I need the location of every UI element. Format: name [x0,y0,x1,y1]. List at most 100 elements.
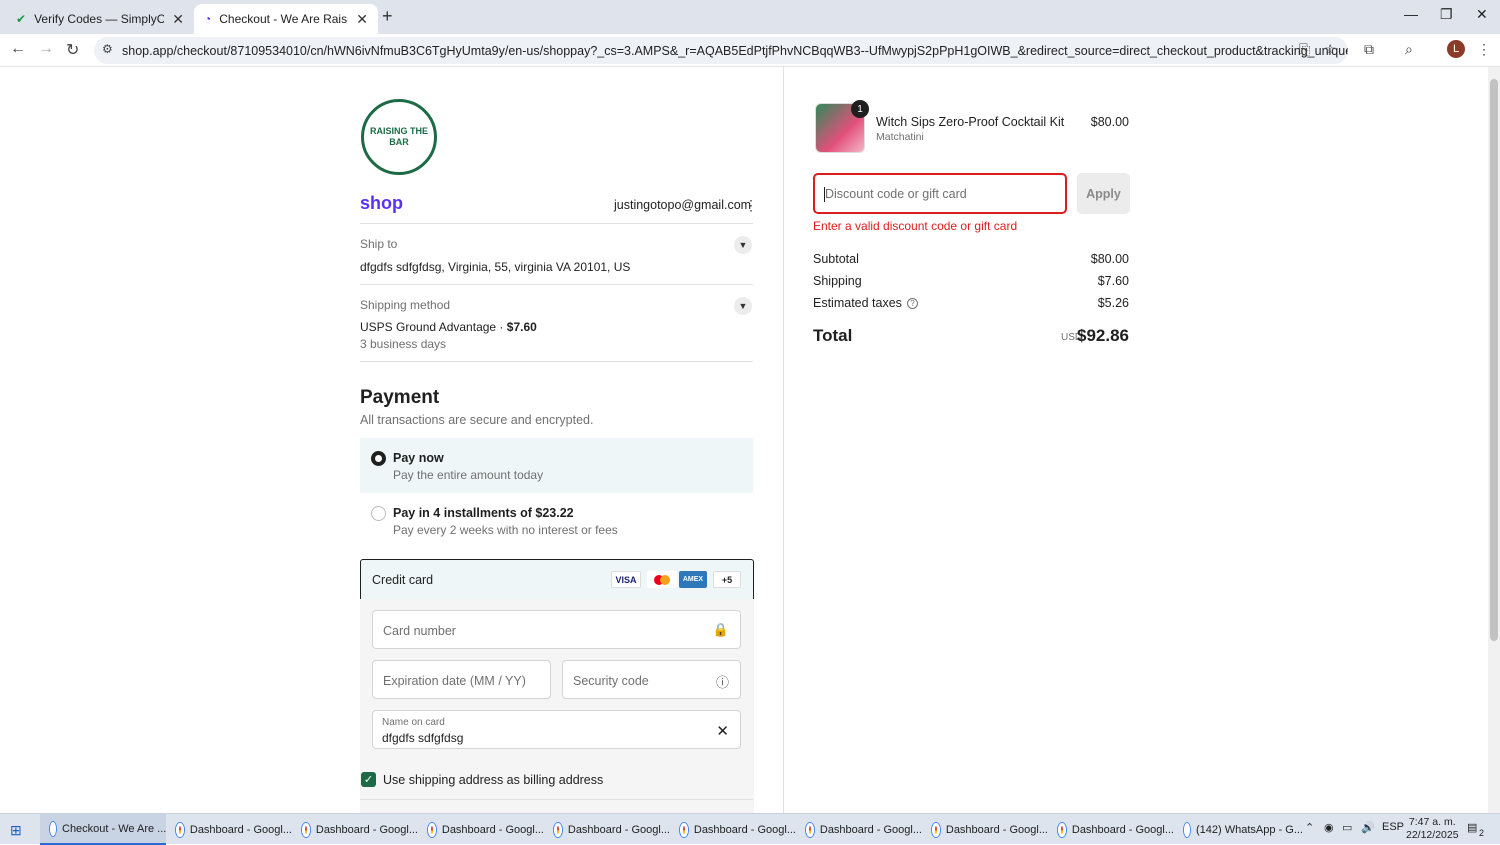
taxes-label: Estimated taxes [813,296,902,310]
shipping-method-expand-icon[interactable]: ▼ [734,297,752,315]
checkout-page: RAISING THE BAR shop justingotopo@gmail.… [0,67,1500,813]
credit-card-label: Credit card [372,573,434,587]
tray-chevron-icon[interactable]: ⌃ [1305,821,1314,834]
tab-checkout[interactable]: ◔ Checkout - We Are Raising The ✕ [194,4,378,34]
system-clock[interactable]: 7:47 a. m. 22/12/2025 [1406,816,1459,842]
translate-icon[interactable]: ⎘ [1299,41,1310,58]
credit-card-header[interactable]: Credit card VISA AMEX +5 [360,559,754,600]
scrollbar[interactable] [1488,67,1500,813]
pay-now-radio[interactable] [371,451,386,466]
tab-simplycodes[interactable]: ✔ Verify Codes — SimplyCodes ✕ [6,4,194,34]
security-code-field[interactable]: Security code ⓘ [562,660,741,699]
lock-icon: 🔒 [712,622,729,637]
taskbar-item[interactable]: Dashboard - Googl... [544,814,670,845]
back-icon[interactable]: ← [10,40,26,58]
shipping-label: Shipping [813,274,862,288]
menu-icon[interactable]: ⋮ [1477,41,1491,58]
expiration-field[interactable]: Expiration date (MM / YY) [372,660,551,699]
chrome-icon [554,822,562,837]
tab-search-icon[interactable]: ⌕ [1405,41,1413,58]
card-number-field[interactable]: Card number 🔒 [372,610,741,649]
pay-in-4-radio[interactable] [371,506,386,521]
shop-logo: shop [360,193,403,213]
product-name: Witch Sips Zero-Proof Cocktail Kit [876,115,1065,129]
windows-start-icon[interactable]: ⊞ [10,822,22,839]
total-label: Total [813,326,853,345]
profile-avatar[interactable]: L [1447,40,1465,58]
shipping-value: $7.60 [1097,274,1129,288]
tray-app-icon[interactable]: ◉ [1324,821,1334,834]
notifications-icon[interactable]: ▤ [1467,821,1477,834]
name-on-card-field[interactable]: Name on card dfgdfs sdfgfdsg ✕ [372,710,741,749]
shipping-method-days: 3 business days [360,337,447,351]
restore-icon[interactable]: ❐ [1440,6,1453,23]
taskbar-item[interactable]: (142) WhatsApp - G... [1174,814,1303,845]
browser-tab-bar: ✔ Verify Codes — SimplyCodes ✕ ◔ Checkou… [0,0,1500,34]
discount-input[interactable]: Discount code or gift card [813,173,1067,214]
tab-title: Checkout - We Are Raising The [219,12,348,26]
loading-icon: ◔ [204,12,212,26]
browser-toolbar: ← → ↻ ⚙ shop.app/checkout/87109534010/cn… [0,34,1500,67]
scrollbar-thumb[interactable] [1490,79,1498,641]
chrome-icon [1058,822,1066,837]
payment-subtitle: All transactions are secure and encrypte… [360,413,594,427]
visa-icon: VISA [611,571,641,588]
product-variant: Matchatini [876,131,924,143]
billing-checkbox-label[interactable]: Use shipping address as billing address [383,773,603,787]
address-bar[interactable]: ⚙ shop.app/checkout/87109534010/cn/hWN6i… [94,37,1348,64]
option-title: Pay in 4 installments of $23.22 [393,506,574,520]
taskbar-item[interactable]: Dashboard - Googl... [670,814,796,845]
billing-checkbox[interactable]: ✓ [361,772,376,787]
mastercard-icon [647,571,677,588]
subtotal-label: Subtotal [813,252,859,266]
network-icon[interactable]: ▭ [1342,821,1352,834]
chrome-icon [932,822,940,837]
taxes-info-icon[interactable]: ? [906,298,918,310]
more-brands-badge: +5 [713,571,741,588]
taskbar-item[interactable]: Dashboard - Googl... [796,814,922,845]
chrome-icon [680,822,688,837]
taskbar-item[interactable]: Checkout - We Are ... [40,814,166,845]
taskbar-item[interactable]: Dashboard - Googl... [292,814,418,845]
chrome-icon [50,821,56,836]
taskbar-item[interactable]: Dashboard - Googl... [922,814,1048,845]
ship-to-address: dfgdfs sdfgfdsg, Virginia, 55, virginia … [360,260,631,274]
chrome-icon [428,822,436,837]
help-icon[interactable]: ⓘ [716,672,729,691]
language-indicator[interactable]: ESP [1382,821,1404,833]
bookmark-star-icon[interactable]: ☆ [1324,41,1337,58]
account-menu-icon[interactable]: ⋮ [744,197,758,214]
payment-title: Payment [360,387,440,408]
notification-count: 2 [1479,828,1485,838]
discount-error: Enter a valid discount code or gift card [813,219,1018,233]
store-logo[interactable]: RAISING THE BAR [361,99,437,175]
clear-icon[interactable]: ✕ [716,722,729,740]
pay-in-4-option[interactable]: Pay in 4 installments of $23.22 Pay ever… [360,493,753,548]
shipping-method-value: USPS Ground Advantage · $7.60 [360,320,537,334]
minimize-icon[interactable]: — [1404,6,1418,22]
taskbar-item[interactable]: Dashboard - Googl... [1048,814,1174,845]
discount-placeholder: Discount code or gift card [825,187,967,201]
ship-to-expand-icon[interactable]: ▼ [734,236,752,254]
close-window-icon[interactable]: ✕ [1476,6,1488,23]
divider [360,223,753,224]
forward-icon[interactable]: → [38,40,54,58]
product-price: $80.00 [1090,115,1129,129]
close-tab-icon[interactable]: ✕ [172,11,184,28]
new-tab-icon[interactable]: + [382,6,393,27]
pay-now-option[interactable]: Pay now Pay the entire amount today [360,438,753,493]
taskbar-item[interactable]: Dashboard - Googl... [166,814,292,845]
apply-button[interactable]: Apply [1077,173,1130,214]
quantity-badge: 1 [851,100,869,118]
reload-icon[interactable]: ↻ [66,40,79,60]
divider [360,284,753,285]
option-subtitle: Pay every 2 weeks with no interest or fe… [393,523,618,537]
extensions-icon[interactable]: ⧉ [1364,41,1374,58]
taskbar-item[interactable]: Dashboard - Googl... [418,814,544,845]
close-tab-icon[interactable]: ✕ [356,11,368,28]
total-value: $92.86 [1077,326,1129,345]
site-info-icon[interactable]: ⚙ [102,42,113,56]
text-cursor [824,187,825,202]
volume-icon[interactable]: 🔊 [1361,821,1375,834]
expiration-placeholder: Expiration date (MM / YY) [383,674,526,688]
